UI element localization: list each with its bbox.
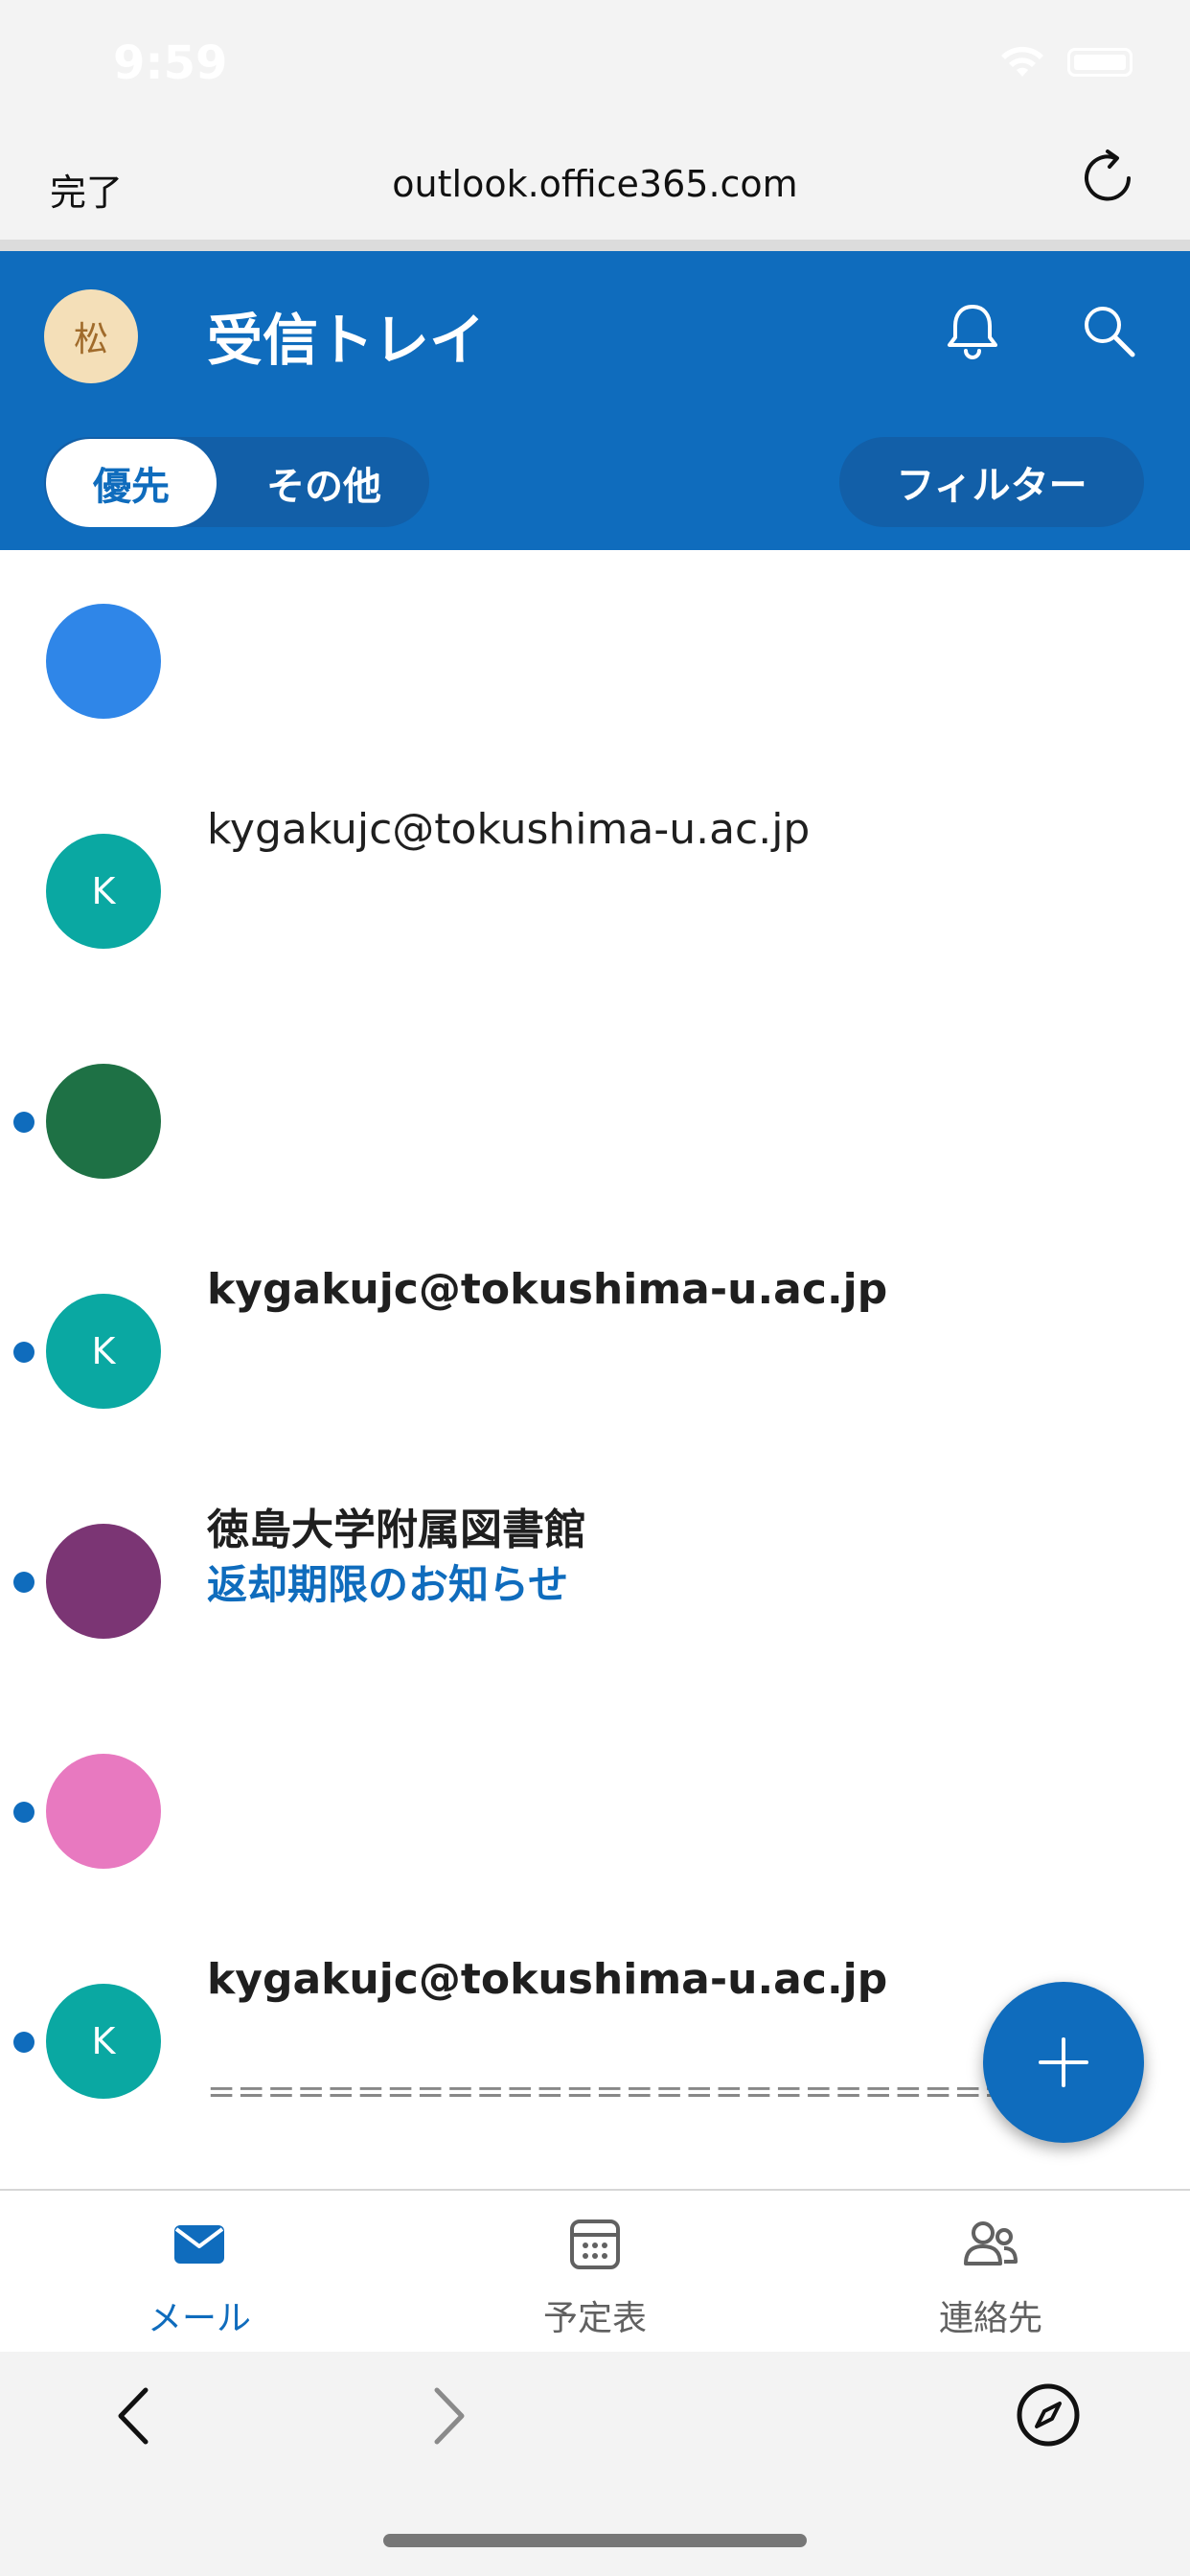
url-display: outlook.office365.com	[392, 163, 798, 205]
mail-item[interactable]: K kygakujc@tokushima-u.ac.jp	[0, 776, 1190, 1006]
compass-icon[interactable]	[1014, 2380, 1083, 2450]
nav-item-contacts[interactable]: 連絡先	[876, 2214, 1106, 2340]
reload-icon[interactable]	[1073, 144, 1142, 213]
mail-item[interactable]	[0, 1006, 1190, 1236]
unread-indicator	[13, 1112, 34, 1133]
status-icons	[998, 46, 1133, 79]
plus-icon	[1039, 2037, 1088, 2087]
back-icon[interactable]	[107, 2382, 165, 2450]
unread-indicator	[13, 1572, 34, 1593]
page-title: 受信トレイ	[207, 308, 486, 373]
unread-indicator	[13, 1342, 34, 1363]
contacts-icon	[964, 2221, 1018, 2266]
nav-label: 連絡先	[938, 2299, 1042, 2338]
mail-sender: 徳島大学附属図書館	[207, 1506, 586, 1554]
filter-button[interactable]: フィルター	[839, 437, 1144, 527]
sender-avatar	[46, 1524, 161, 1639]
tab-focused[interactable]: 優先	[46, 439, 217, 527]
mail-sender: kygakujc@tokushima-u.ac.jp	[207, 1955, 888, 2004]
new-mail-button[interactable]	[983, 1982, 1144, 2143]
wifi-icon	[1001, 46, 1043, 77]
sender-avatar: K	[46, 1984, 161, 2099]
mail-item[interactable]	[0, 1696, 1190, 1926]
unread-indicator	[13, 2032, 34, 2053]
forward-icon[interactable]	[418, 2382, 475, 2450]
mail-item[interactable]	[0, 546, 1190, 776]
sender-avatar: K	[46, 1294, 161, 1409]
nav-label: 予定表	[542, 2299, 647, 2338]
account-avatar[interactable]: 松	[44, 289, 138, 383]
mail-subject: 返却期限のお知らせ	[207, 1561, 569, 1608]
sender-avatar: K	[46, 834, 161, 949]
mail-item[interactable]: 徳島大学附属図書館 返却期限のお知らせ	[0, 1466, 1190, 1696]
unread-indicator	[13, 1802, 34, 1823]
tab-other[interactable]: その他	[228, 439, 420, 527]
sender-avatar	[46, 1754, 161, 1869]
battery-icon	[1067, 48, 1133, 77]
mail-item[interactable]: K kygakujc@tokushima-u.ac.jp	[0, 1236, 1190, 1466]
nav-label: メール	[147, 2299, 251, 2338]
home-indicator	[383, 2534, 807, 2547]
sender-avatar	[46, 1064, 161, 1179]
nav-item-mail[interactable]: メール	[84, 2214, 314, 2340]
status-time: 9:59	[113, 36, 228, 90]
mail-icon	[174, 2225, 224, 2264]
mail-sender: kygakujc@tokushima-u.ac.jp	[207, 805, 811, 854]
calendar-icon	[570, 2220, 620, 2269]
nav-item-calendar[interactable]: 予定表	[480, 2214, 710, 2340]
search-icon[interactable]	[1077, 299, 1140, 362]
bell-icon[interactable]	[939, 297, 1006, 364]
mail-sender: kygakujc@tokushima-u.ac.jp	[207, 1265, 888, 1314]
sender-avatar	[46, 604, 161, 719]
